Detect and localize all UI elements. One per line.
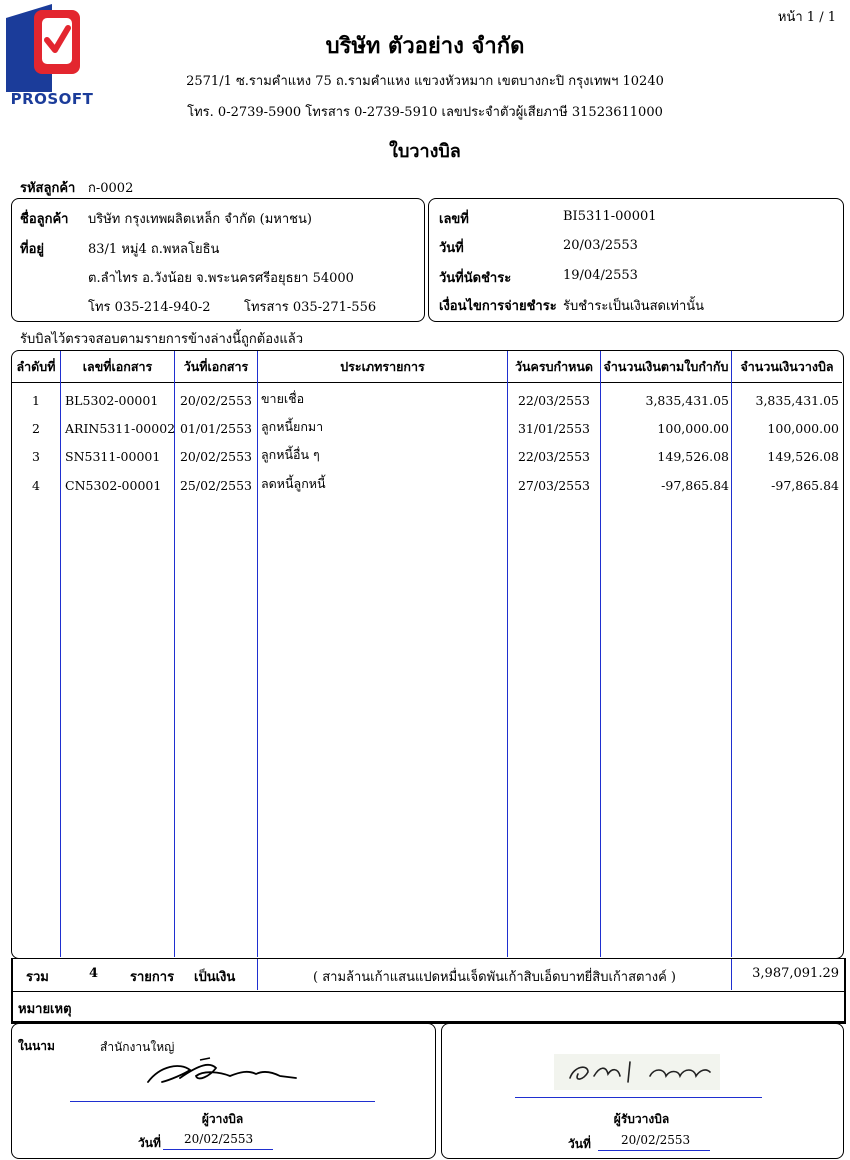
customer-name: บริษัท กรุงเทพผลิตเหล็ก จำกัด (มหาชน) — [88, 212, 312, 227]
receiver-date-line — [598, 1150, 710, 1151]
column-divider — [731, 351, 732, 957]
due-date: 19/04/2553 — [563, 268, 638, 283]
row-doc-date: 01/01/2553 — [179, 421, 253, 436]
items-label: รายการ — [130, 970, 175, 985]
biller-role: ผู้วางบิล — [201, 1112, 244, 1126]
row-doc-no: SN5311-00001 — [65, 449, 161, 464]
company-contact: โทร. 0-2739-5900 โทรสาร 0-2739-5910 เลขป… — [187, 105, 663, 120]
receiver-date-label: วันที่ — [568, 1137, 591, 1151]
customer-address-label: ที่อยู่ — [20, 242, 44, 257]
biller-signature-line — [70, 1101, 375, 1102]
customer-code: ก-0002 — [88, 181, 134, 196]
document-title: ใบวางบิล — [389, 141, 461, 162]
received-note: รับบิลไว้ตรวจสอบตามรายการข้างล่างนี้ถูกต… — [20, 332, 304, 347]
receiver-signature-icon — [554, 1054, 720, 1090]
column-header-billing-amount: จำนวนเงินวางบิล — [740, 359, 834, 374]
row-seq: 3 — [32, 449, 40, 464]
row-type: ลูกหนี้ยกมา — [261, 419, 324, 434]
column-header-invoice-amount: จำนวนเงินตามใบกำกับ — [603, 359, 729, 374]
column-header-doc-no: เลขที่เอกสาร — [82, 359, 153, 374]
customer-code-label: รหัสลูกค้า — [20, 181, 76, 196]
row-seq: 2 — [32, 421, 40, 436]
amount-in-words: ( สามล้านเก้าแสนแปดหมื่นเจ็ดพันเก้าสิบเอ… — [313, 970, 676, 985]
biller-date-line — [163, 1149, 273, 1150]
column-header-doc-date: วันที่เอกสาร — [183, 359, 249, 374]
customer-address-line2: ต.ลำไทร อ.วังน้อย จ.พระนครศรีอยุธยา 5400… — [88, 271, 354, 286]
row-doc-date: 20/02/2553 — [179, 449, 253, 464]
row-invoice-amount: 3,835,431.05 — [645, 393, 730, 408]
total-count: 4 — [89, 966, 99, 981]
row-doc-no: BL5302-00001 — [65, 393, 159, 408]
receiver-role: ผู้รับวางบิล — [613, 1112, 670, 1126]
column-header-type: ประเภทรายการ — [340, 359, 425, 374]
on-behalf-branch: สำนักงานใหญ่ — [100, 1040, 175, 1054]
customer-fax: โทรสาร 035-271-556 — [244, 300, 377, 315]
column-divider — [600, 351, 601, 957]
row-seq: 1 — [32, 393, 40, 408]
table-header-divider — [12, 382, 842, 383]
row-doc-date: 20/02/2553 — [179, 393, 253, 408]
company-address: 2571/1 ซ.รามคำแหง 75 ถ.รามคำแหง แขวงหัวห… — [186, 74, 664, 89]
customer-phone: โทร 035-214-940-2 — [88, 300, 211, 315]
company-name: บริษัท ตัวอย่าง จำกัด — [325, 33, 525, 59]
on-behalf-label: ในนาม — [18, 1039, 55, 1053]
biller-signature-icon — [147, 1057, 297, 1083]
receiver-date: 20/02/2553 — [621, 1133, 691, 1147]
customer-address-line1: 83/1 หมู่4 ถ.พหลโยธิน — [88, 242, 220, 257]
row-billing-amount: 100,000.00 — [767, 421, 839, 436]
row-invoice-amount: 149,526.08 — [657, 449, 729, 464]
page-number: หน้า 1 / 1 — [777, 10, 836, 25]
biller-date: 20/02/2553 — [184, 1132, 254, 1146]
due-date-label: วันที่นัดชำระ — [439, 271, 512, 286]
row-billing-amount: -97,865.84 — [771, 478, 839, 493]
document-no: BI5311-00001 — [563, 209, 657, 224]
row-seq: 4 — [32, 478, 40, 493]
row-invoice-amount: -97,865.84 — [661, 478, 729, 493]
payment-terms-label: เงื่อนไขการจ่ายชำระ — [439, 299, 557, 314]
row-doc-no: ARIN5311-00002 — [65, 421, 176, 436]
document-no-label: เลขที่ — [439, 212, 469, 227]
row-due-date: 31/01/2553 — [517, 421, 591, 436]
items-table — [11, 350, 844, 959]
row-type: ลูกหนี้อื่น ๆ — [261, 447, 320, 462]
column-divider — [257, 351, 258, 957]
total-amount: 3,987,091.29 — [752, 966, 839, 981]
row-doc-no: CN5302-00001 — [65, 478, 162, 493]
row-billing-amount: 149,526.08 — [767, 449, 839, 464]
row-type: ลดหนี้ลูกหนี้ — [261, 476, 326, 491]
row-due-date: 22/03/2553 — [517, 449, 591, 464]
document-date: 20/03/2553 — [563, 238, 638, 253]
biller-date-label: วันที่ — [138, 1136, 161, 1150]
row-type: ขายเชื่อ — [261, 391, 305, 406]
column-divider — [507, 351, 508, 957]
row-due-date: 27/03/2553 — [517, 478, 591, 493]
row-due-date: 22/03/2553 — [517, 393, 591, 408]
payment-terms: รับชำระเป็นเงินสดเท่านั้น — [563, 299, 705, 314]
column-header-due-date: วันครบกำหนด — [514, 359, 594, 374]
customer-name-label: ชื่อลูกค้า — [20, 212, 69, 227]
receiver-signature-line — [515, 1097, 762, 1098]
remark-label: หมายเหตุ — [18, 1002, 72, 1017]
column-header-seq: ลำดับที่ — [16, 359, 56, 374]
remark-row — [11, 991, 846, 1024]
document-date-label: วันที่ — [439, 241, 464, 256]
column-divider — [174, 351, 175, 957]
row-invoice-amount: 100,000.00 — [657, 421, 729, 436]
amount-label: เป็นเงิน — [194, 970, 236, 985]
row-doc-date: 25/02/2553 — [179, 478, 253, 493]
total-label: รวม — [26, 970, 49, 985]
row-billing-amount: 3,835,431.05 — [755, 393, 840, 408]
column-divider — [60, 351, 61, 957]
